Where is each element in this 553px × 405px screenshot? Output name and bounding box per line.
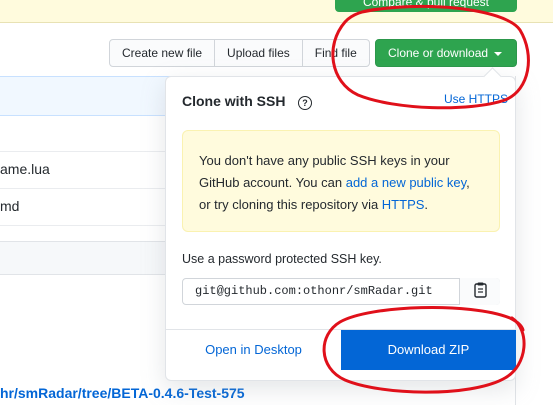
- use-https-link[interactable]: Use HTTPS: [444, 92, 508, 106]
- copy-url-button[interactable]: [459, 278, 500, 305]
- file-row-empty[interactable]: [0, 114, 175, 152]
- readme-header: [0, 241, 175, 275]
- latest-commit-row: [0, 76, 175, 116]
- clone-or-download-label: Clone or download: [388, 46, 489, 60]
- ssh-key-label: Use a password protected SSH key.: [182, 252, 382, 266]
- question-circle-icon[interactable]: ?: [298, 96, 312, 110]
- compare-label: Compare & pull request: [362, 0, 490, 9]
- file-name[interactable]: ame.lua: [0, 151, 50, 188]
- clone-dropdown-title: Clone with SSH: [182, 93, 286, 109]
- create-new-file-button[interactable]: Create new file: [109, 39, 216, 67]
- download-zip-button[interactable]: Download ZIP: [341, 330, 516, 370]
- open-in-desktop-button[interactable]: Open in Desktop: [166, 330, 341, 370]
- file-actions-group: Create new file Upload files Find file: [109, 39, 370, 67]
- compare-pull-request-button[interactable]: Compare & pull request: [335, 0, 517, 12]
- clone-or-download-button[interactable]: Clone or download: [375, 39, 517, 67]
- file-row[interactable]: md: [0, 188, 175, 226]
- file-row[interactable]: ame.lua: [0, 151, 175, 189]
- notice-text-3: .: [424, 197, 429, 212]
- chevron-down-icon: [494, 51, 503, 56]
- find-file-button[interactable]: Find file: [301, 39, 370, 67]
- clipboard-icon: [474, 282, 487, 298]
- branch-link[interactable]: hr/smRadar/tree/BETA-0.4.6-Test-575: [0, 385, 245, 401]
- upload-files-button[interactable]: Upload files: [214, 39, 303, 67]
- file-name[interactable]: md: [0, 188, 19, 225]
- ssh-key-notice: You don't have any public SSH keys in yo…: [182, 130, 500, 232]
- add-ssh-key-link[interactable]: add a new public key: [346, 175, 466, 190]
- ssh-url-text[interactable]: git@github.com:othonr/smRadar.git: [195, 284, 433, 298]
- https-link[interactable]: HTTPS: [382, 197, 425, 212]
